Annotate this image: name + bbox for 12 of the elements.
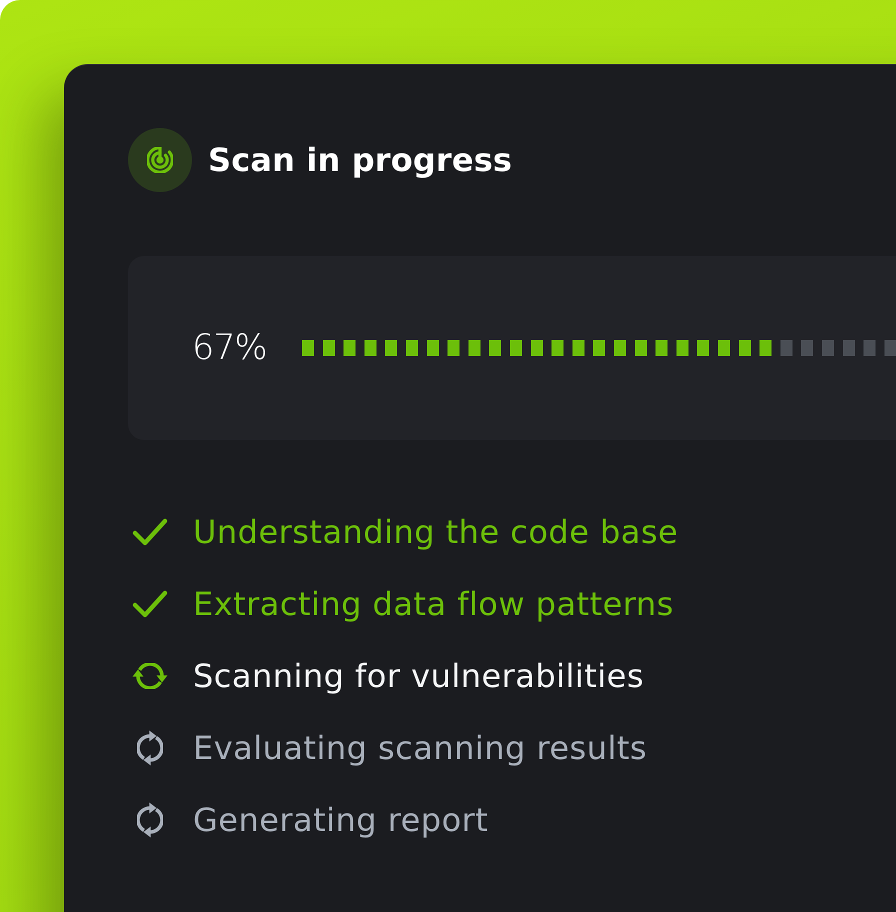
refresh-icon	[132, 663, 168, 689]
step-label: Generating report	[193, 804, 488, 836]
step-label: Understanding the code base	[193, 516, 678, 548]
check-icon	[132, 518, 168, 546]
step-label: Evaluating scanning results	[193, 732, 648, 764]
step-label: Scanning for vulnerabilities	[193, 660, 644, 692]
panel-title: Scan in progress	[208, 144, 512, 176]
refresh-icon	[137, 802, 163, 838]
step-label: Extracting data flow patterns	[193, 588, 674, 620]
progress-percentage: 67%	[192, 330, 268, 366]
refresh-icon	[137, 730, 163, 766]
check-icon	[132, 590, 168, 618]
